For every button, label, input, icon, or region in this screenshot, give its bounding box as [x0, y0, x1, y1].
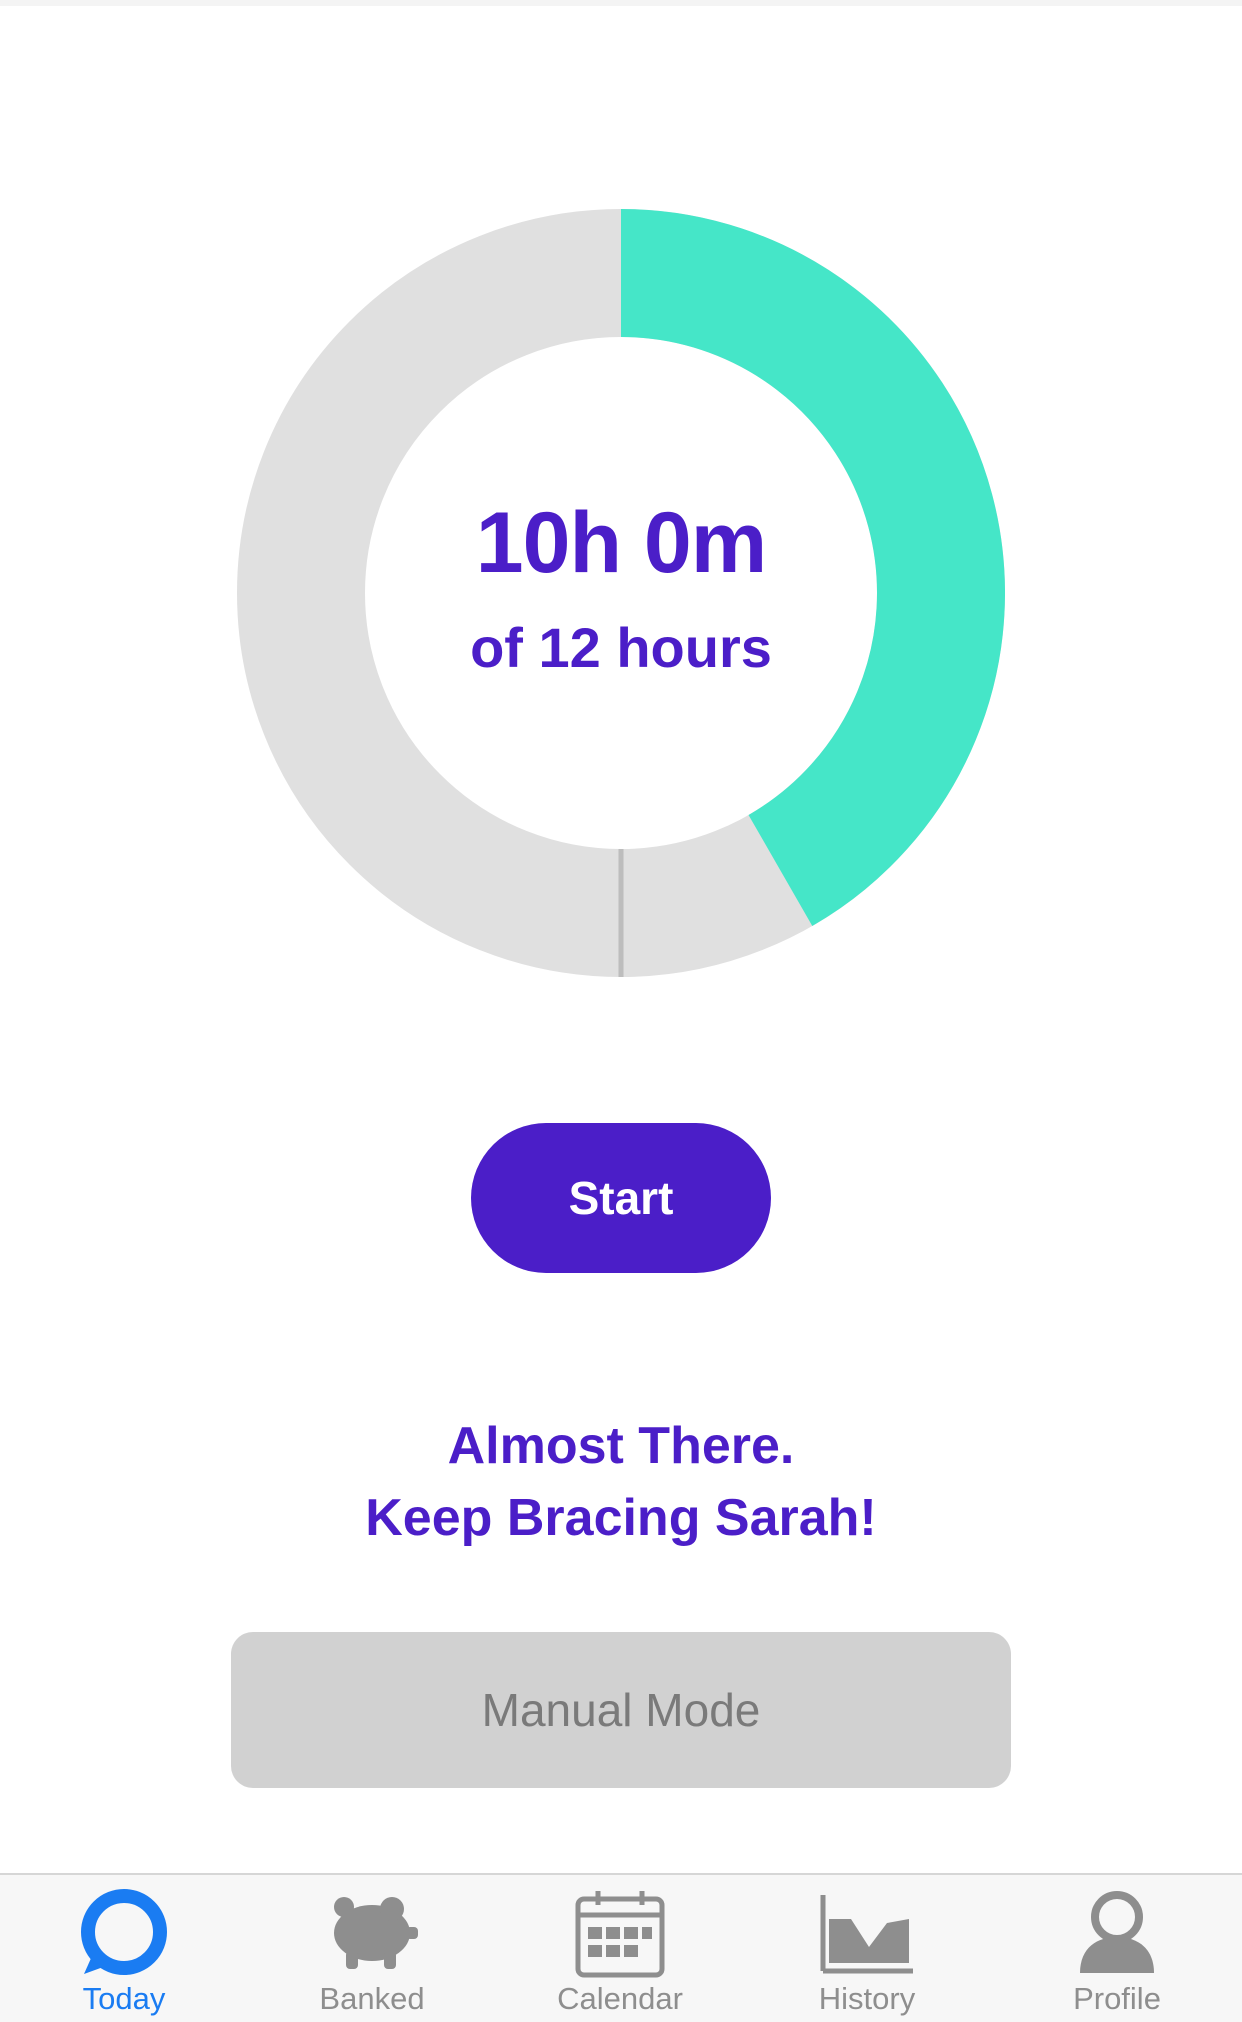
- calendar-icon: [570, 1889, 670, 1979]
- status-bar-strip: [0, 0, 1242, 6]
- piggy-bank-icon: [322, 1889, 422, 1979]
- tab-today[interactable]: Today: [34, 1889, 214, 2022]
- tab-calendar-label: Calendar: [557, 1981, 683, 2016]
- profile-icon: [1067, 1889, 1167, 1979]
- tab-profile-label: Profile: [1073, 1981, 1161, 2016]
- tab-today-label: Today: [82, 1981, 166, 2016]
- motivation-line-2: Keep Bracing Sarah!: [365, 1489, 877, 1547]
- goal-hours-label: of 12 hours: [470, 616, 772, 679]
- motivation-line-1: Almost There.: [447, 1417, 795, 1475]
- today-icon: [74, 1889, 174, 1979]
- tab-calendar[interactable]: Calendar: [530, 1889, 710, 2022]
- motivation-message: Almost There. Keep Bracing Sarah!: [0, 1410, 1242, 1554]
- tab-history-label: History: [818, 1981, 916, 2016]
- tab-history[interactable]: History: [777, 1889, 957, 2022]
- tab-profile[interactable]: Profile: [1027, 1889, 1207, 2022]
- manual-mode-button[interactable]: Manual Mode: [231, 1632, 1011, 1788]
- tab-banked[interactable]: Banked: [282, 1889, 462, 2022]
- tab-banked-label: Banked: [319, 1981, 425, 2016]
- history-chart-icon: [817, 1889, 917, 1979]
- ring-center-text: 10h 0m of 12 hours: [237, 209, 1005, 977]
- elapsed-time-value: 10h 0m: [475, 495, 767, 591]
- app-screen: 10h 0m of 12 hours Start Almost There. K…: [0, 0, 1242, 2022]
- progress-ring: 10h 0m of 12 hours: [237, 209, 1005, 977]
- start-button[interactable]: Start: [471, 1123, 771, 1273]
- tab-bar: Today Banked Calendar History Profile: [0, 1873, 1242, 2022]
